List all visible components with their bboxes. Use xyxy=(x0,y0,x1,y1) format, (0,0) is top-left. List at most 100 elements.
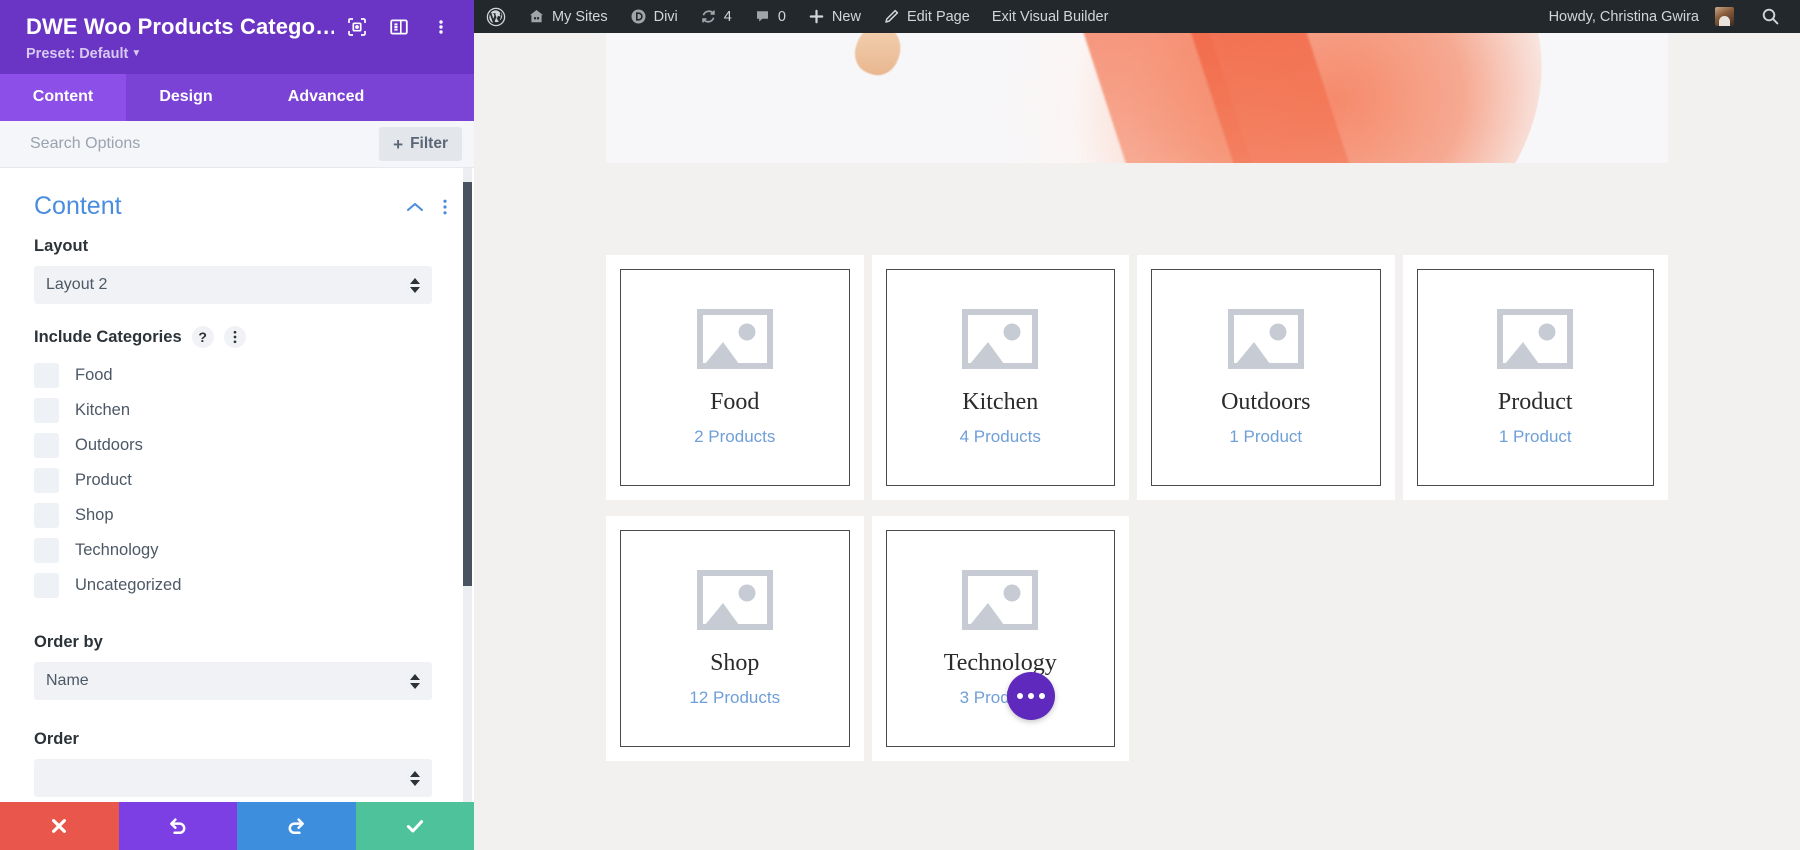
hero-image-section xyxy=(606,33,1668,163)
save-button[interactable] xyxy=(355,802,474,850)
wp-admin-bar: My Sites Divi 4 0 New Edit Page Exit Vis… xyxy=(474,0,1800,33)
ellipsis-icon xyxy=(1039,693,1045,699)
adminbar-item-updates[interactable]: 4 xyxy=(689,0,743,33)
search-input[interactable] xyxy=(30,135,380,153)
adminbar-item-wordpress[interactable] xyxy=(474,0,517,33)
category-count[interactable]: 4 Products xyxy=(960,427,1041,447)
checkbox-row-outdoors[interactable]: Outdoors xyxy=(34,428,432,463)
checkbox-row-food[interactable]: Food xyxy=(34,358,432,393)
panel-header: DWE Woo Products Catego… Preset: Default… xyxy=(0,0,474,74)
order-select[interactable] xyxy=(34,759,432,797)
checkbox-icon[interactable] xyxy=(34,363,59,388)
page-settings-fab[interactable] xyxy=(1007,672,1055,720)
include-categories-text: Include Categories xyxy=(34,327,182,346)
ellipsis-icon xyxy=(1028,693,1034,699)
category-count[interactable]: 1 Product xyxy=(1499,427,1572,447)
adminbar-item-comments[interactable]: 0 xyxy=(743,0,797,33)
scrollbar-thumb[interactable] xyxy=(463,182,472,586)
module-settings-panel: DWE Woo Products Catego… Preset: Default… xyxy=(0,0,474,850)
layout-select[interactable]: Layout 2 xyxy=(34,266,432,304)
category-card[interactable]: Shop 12 Products xyxy=(606,516,864,761)
field-include-categories: Include Categories ? Food Kitchen Outdoo… xyxy=(0,326,474,603)
tab-content[interactable]: Content xyxy=(0,74,126,121)
checkbox-label: Outdoors xyxy=(75,436,143,454)
adminbar-item-divi[interactable]: Divi xyxy=(619,0,689,33)
category-cell: Technology 3 Products xyxy=(871,514,1138,775)
tab-design[interactable]: Design xyxy=(126,74,246,121)
checkbox-row-technology[interactable]: Technology xyxy=(34,533,432,568)
panel-body: Content Layout Layout 2 Include Categori… xyxy=(0,168,474,802)
checkbox-icon[interactable] xyxy=(34,538,59,563)
adminbar-right: Howdy, Christina Gwira xyxy=(1537,0,1800,33)
undo-button[interactable] xyxy=(118,802,237,850)
category-card[interactable]: Kitchen 4 Products xyxy=(871,255,1129,500)
tab-advanced[interactable]: Advanced xyxy=(246,74,406,121)
category-card[interactable]: Technology 3 Products xyxy=(871,516,1129,761)
checkbox-row-kitchen[interactable]: Kitchen xyxy=(34,393,432,428)
checkbox-icon[interactable] xyxy=(34,503,59,528)
checkbox-icon[interactable] xyxy=(34,468,59,493)
checkbox-icon[interactable] xyxy=(34,398,59,423)
adminbar-item-new[interactable]: New xyxy=(797,0,872,33)
adminbar-label: My Sites xyxy=(552,8,608,25)
order-by-label: Order by xyxy=(34,633,103,651)
wordpress-logo-icon xyxy=(486,7,506,27)
adminbar-item-my-sites[interactable]: My Sites xyxy=(517,0,619,33)
checkbox-row-shop[interactable]: Shop xyxy=(34,498,432,533)
more-vertical-icon[interactable] xyxy=(223,326,246,348)
search-icon[interactable] xyxy=(1745,7,1794,26)
adminbar-label: 0 xyxy=(777,8,786,25)
more-vertical-icon[interactable] xyxy=(442,198,448,216)
panel-scrollbar[interactable] xyxy=(463,168,472,802)
layout-select-value: Layout 2 xyxy=(46,276,108,293)
redo-button[interactable] xyxy=(237,802,356,850)
image-placeholder-icon xyxy=(696,569,773,636)
field-order: Order xyxy=(0,730,474,797)
hero-hand-thumb xyxy=(848,33,908,82)
plus-icon xyxy=(808,8,825,25)
chevron-updown-icon xyxy=(410,277,420,293)
panel-header-icons xyxy=(334,16,452,38)
pencil-icon xyxy=(883,8,900,25)
preset-selector[interactable]: Preset: Default ▼ xyxy=(26,46,452,62)
sites-icon xyxy=(528,8,545,25)
field-order-by: Order by Name xyxy=(0,633,474,700)
category-cell: Food 2 Products xyxy=(606,253,872,514)
include-categories-label: Include Categories ? xyxy=(34,326,432,348)
preset-label: Preset: Default xyxy=(26,46,129,62)
content-section-header: Content xyxy=(0,168,474,237)
section-title: Content xyxy=(34,192,122,220)
order-by-select[interactable]: Name xyxy=(34,662,432,700)
divi-icon xyxy=(630,8,647,25)
checkbox-icon[interactable] xyxy=(34,573,59,598)
category-card[interactable]: Outdoors 1 Product xyxy=(1137,255,1395,500)
adminbar-item-edit-page[interactable]: Edit Page xyxy=(872,0,981,33)
help-icon[interactable]: ? xyxy=(191,326,214,348)
filter-button[interactable]: + Filter xyxy=(379,127,462,161)
search-options-bar: + Filter xyxy=(0,121,474,168)
chevron-up-icon[interactable] xyxy=(406,201,424,213)
panel-layout-icon[interactable] xyxy=(388,16,410,38)
adminbar-label: Exit Visual Builder xyxy=(991,8,1109,25)
category-count[interactable]: 12 Products xyxy=(689,688,780,708)
category-card[interactable]: Food 2 Products xyxy=(606,255,864,500)
checkbox-icon[interactable] xyxy=(34,433,59,458)
category-card[interactable]: Product 1 Product xyxy=(1402,255,1668,500)
checkbox-row-product[interactable]: Product xyxy=(34,463,432,498)
adminbar-item-howdy[interactable]: Howdy, Christina Gwira xyxy=(1537,0,1745,33)
category-count[interactable]: 1 Product xyxy=(1229,427,1302,447)
checkbox-label: Uncategorized xyxy=(75,576,182,594)
checkbox-row-uncategorized[interactable]: Uncategorized xyxy=(34,568,432,603)
category-name: Shop xyxy=(710,649,760,676)
adminbar-item-exit-visual-builder[interactable]: Exit Visual Builder xyxy=(981,0,1120,33)
category-checkbox-list: Food Kitchen Outdoors Product Shop Techn… xyxy=(34,358,432,603)
cancel-button[interactable] xyxy=(0,802,119,850)
focus-module-icon[interactable] xyxy=(346,16,368,38)
category-cell-empty xyxy=(1403,514,1669,775)
category-count[interactable]: 2 Products xyxy=(694,427,775,447)
checkbox-label: Food xyxy=(75,366,113,384)
adminbar-label: Edit Page xyxy=(906,8,970,25)
category-name: Outdoors xyxy=(1221,388,1311,415)
adminbar-label: Divi xyxy=(653,8,678,25)
module-menu-icon[interactable] xyxy=(430,16,452,38)
